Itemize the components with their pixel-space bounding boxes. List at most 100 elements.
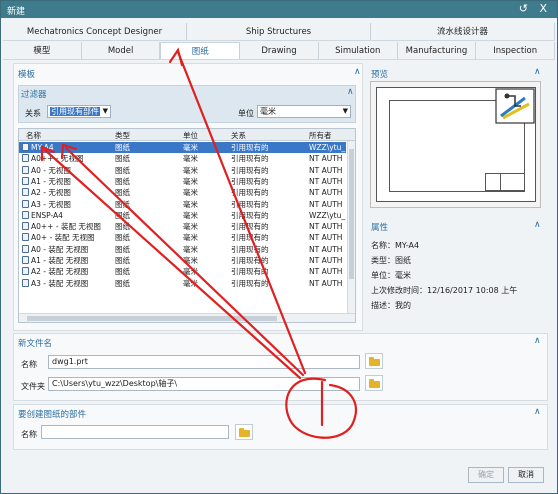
table-row[interactable]: A0 - 装配 无视图 图纸 毫米 引用现有的 NT AUTH bbox=[19, 244, 346, 255]
collapse-properties-icon[interactable]: ∧ bbox=[534, 220, 541, 230]
unit-select[interactable]: 毫米 ▼ bbox=[257, 105, 351, 118]
col-type[interactable]: 类型 bbox=[115, 130, 130, 141]
cell-rel: 引用现有的 bbox=[231, 143, 269, 152]
col-name[interactable]: 名称 bbox=[26, 130, 41, 141]
prop-unit: 单位：毫米 bbox=[371, 271, 411, 280]
cell-name: A3 - 装配 无视图 bbox=[22, 278, 114, 289]
tab-drawing[interactable]: Drawing bbox=[240, 42, 319, 59]
cell-type: 图纸 bbox=[115, 256, 130, 265]
tab-mechatronics[interactable]: Mechatronics Concept Designer bbox=[3, 23, 187, 40]
app-tab-row: Mechatronics Concept Designer Ship Struc… bbox=[3, 23, 555, 41]
part-name-input[interactable] bbox=[41, 425, 229, 439]
cell-type: 图纸 bbox=[115, 244, 130, 254]
table-row[interactable]: ENSP-A4 图纸 毫米 引用现有的 WZZ\ytu_ bbox=[19, 210, 346, 221]
ok-button[interactable]: 确定 bbox=[468, 467, 504, 483]
tab-manufacturing[interactable]: Manufacturing bbox=[398, 42, 477, 59]
tab-model[interactable]: Model bbox=[82, 42, 161, 59]
tab-line-designer[interactable]: 流水线设计器 bbox=[371, 23, 555, 40]
cell-type: 图纸 bbox=[115, 233, 130, 243]
cell-unit: 毫米 bbox=[183, 222, 198, 232]
table-row[interactable]: A0 - 无视图 图纸 毫米 引用现有的 NT AUTH bbox=[19, 165, 346, 176]
table-row[interactable]: A0+ - 装配 无视图 图纸 毫米 引用现有的 NT AUTH bbox=[19, 232, 346, 243]
table-row[interactable]: A3 - 无视图 图纸 毫米 引用现有的 NT AUTH bbox=[19, 199, 346, 210]
col-relation[interactable]: 关系 bbox=[231, 130, 246, 141]
tab-model-cn[interactable]: 模型 bbox=[3, 42, 82, 59]
cell-name: A1 - 无视图 bbox=[22, 176, 114, 187]
table-row[interactable]: A1 - 无视图 图纸 毫米 引用现有的 NT AUTH bbox=[19, 176, 346, 187]
cell-owner: NT AUTH bbox=[309, 154, 343, 164]
drafting-badge-icon bbox=[495, 88, 535, 124]
tab-ship-structures[interactable]: Ship Structures bbox=[187, 23, 371, 40]
drawing-template-icon bbox=[22, 267, 29, 276]
table-row[interactable]: A3 - 装配 无视图 图纸 毫米 引用现有的 NT AUTH bbox=[19, 278, 346, 289]
cell-type: 图纸 bbox=[115, 199, 130, 209]
col-owner[interactable]: 所有者 bbox=[309, 130, 332, 141]
cell-unit: 毫米 bbox=[183, 210, 198, 220]
col-unit[interactable]: 单位 bbox=[183, 130, 198, 141]
chevron-down-icon: ▼ bbox=[342, 107, 348, 115]
cell-name: A0 - 装配 无视图 bbox=[22, 244, 114, 255]
collapse-preview-icon[interactable]: ∧ bbox=[534, 67, 541, 77]
cell-type: 图纸 bbox=[115, 176, 130, 186]
cell-name: A1 - 装配 无视图 bbox=[22, 255, 114, 266]
window-controls[interactable]: ↺ X bbox=[519, 2, 551, 15]
collapse-part-icon[interactable]: ∧ bbox=[534, 407, 541, 417]
cell-name: A2 - 装配 无视图 bbox=[22, 266, 114, 277]
cell-type: 图纸 bbox=[115, 222, 130, 232]
cell-rel: 引用现有的 bbox=[231, 233, 269, 243]
dialog-title: 新建 bbox=[7, 7, 26, 17]
horizontal-scrollbar[interactable] bbox=[19, 313, 355, 322]
prop-description: 描述：我的 bbox=[371, 301, 411, 310]
collapse-new-file-icon[interactable]: ∧ bbox=[534, 336, 541, 346]
cell-rel: 引用现有的 bbox=[231, 165, 269, 175]
drawing-template-icon bbox=[22, 143, 29, 151]
drawing-template-icon bbox=[22, 244, 29, 253]
cell-owner: NT AUTH bbox=[309, 278, 343, 288]
cell-unit: 毫米 bbox=[183, 256, 198, 265]
table-row[interactable]: A1 - 装配 无视图 图纸 毫米 引用现有的 NT AUTH bbox=[19, 255, 346, 266]
cell-type: 图纸 bbox=[115, 267, 130, 277]
cell-name: A3 - 无视图 bbox=[22, 199, 114, 210]
cell-unit: 毫米 bbox=[183, 233, 198, 243]
scroll-thumb[interactable] bbox=[27, 316, 277, 321]
tab-simulation[interactable]: Simulation bbox=[319, 42, 398, 59]
folder-path-input[interactable]: C:\Users\ytu_wzz\Desktop\轴子\ bbox=[48, 377, 360, 391]
collapse-filter-icon[interactable]: ∧ bbox=[347, 87, 354, 97]
folder-icon[interactable] bbox=[365, 353, 383, 369]
table-row[interactable]: MY-A4 图纸 毫米 引用现有的 WZZ\ytu_ bbox=[19, 142, 346, 154]
cell-type: 图纸 bbox=[115, 143, 130, 152]
cell-type: 图纸 bbox=[115, 278, 130, 288]
tab-drawing-cn[interactable]: 图纸 bbox=[160, 42, 241, 59]
file-name-label: 名称 bbox=[21, 360, 37, 369]
cell-rel: 引用现有的 bbox=[231, 210, 269, 220]
relation-select[interactable]: 引用现有部件 ▼ bbox=[47, 105, 111, 118]
cancel-button[interactable]: 取消 bbox=[508, 467, 544, 483]
folder-icon[interactable] bbox=[365, 375, 383, 391]
folder-icon[interactable] bbox=[235, 424, 253, 440]
file-name-input[interactable]: dwg1.prt bbox=[48, 355, 360, 369]
cell-unit: 毫米 bbox=[183, 176, 198, 186]
cell-unit: 毫米 bbox=[183, 278, 198, 288]
new-file-title: 新文件名 bbox=[18, 339, 53, 349]
cell-name: MY-A4 bbox=[22, 142, 114, 153]
table-row[interactable]: A2 - 无视图 图纸 毫米 引用现有的 NT AUTH bbox=[19, 187, 346, 198]
table-row[interactable]: A0++ - 装配 无视图 图纸 毫米 引用现有的 NT AUTH bbox=[19, 221, 346, 232]
cell-owner: NT AUTH bbox=[309, 244, 343, 254]
scroll-thumb[interactable] bbox=[349, 149, 354, 279]
filter-title: 过滤器 bbox=[21, 90, 47, 100]
vertical-scrollbar[interactable] bbox=[347, 141, 355, 313]
cell-owner: NT AUTH bbox=[309, 267, 343, 277]
cell-unit: 毫米 bbox=[183, 154, 198, 164]
collapse-templates-icon[interactable]: ∧ bbox=[354, 67, 361, 77]
cell-owner: NT AUTH bbox=[309, 256, 343, 265]
prop-name: 名称：MY-A4 bbox=[371, 241, 420, 250]
tab-inspection[interactable]: Inspection bbox=[476, 42, 556, 59]
table-header: 名称 类型 单位 关系 所有者 bbox=[19, 129, 355, 141]
cell-rel: 引用现有的 bbox=[231, 188, 269, 198]
cell-unit: 毫米 bbox=[183, 143, 198, 152]
table-row[interactable]: A0++ - 无视图 图纸 毫米 引用现有的 NT AUTH bbox=[19, 153, 346, 164]
cell-owner: NT AUTH bbox=[309, 199, 343, 209]
prop-type: 类型：图纸 bbox=[371, 256, 411, 265]
table-row[interactable]: A2 - 装配 无视图 图纸 毫米 引用现有的 NT AUTH bbox=[19, 266, 346, 277]
cell-unit: 毫米 bbox=[183, 188, 198, 198]
